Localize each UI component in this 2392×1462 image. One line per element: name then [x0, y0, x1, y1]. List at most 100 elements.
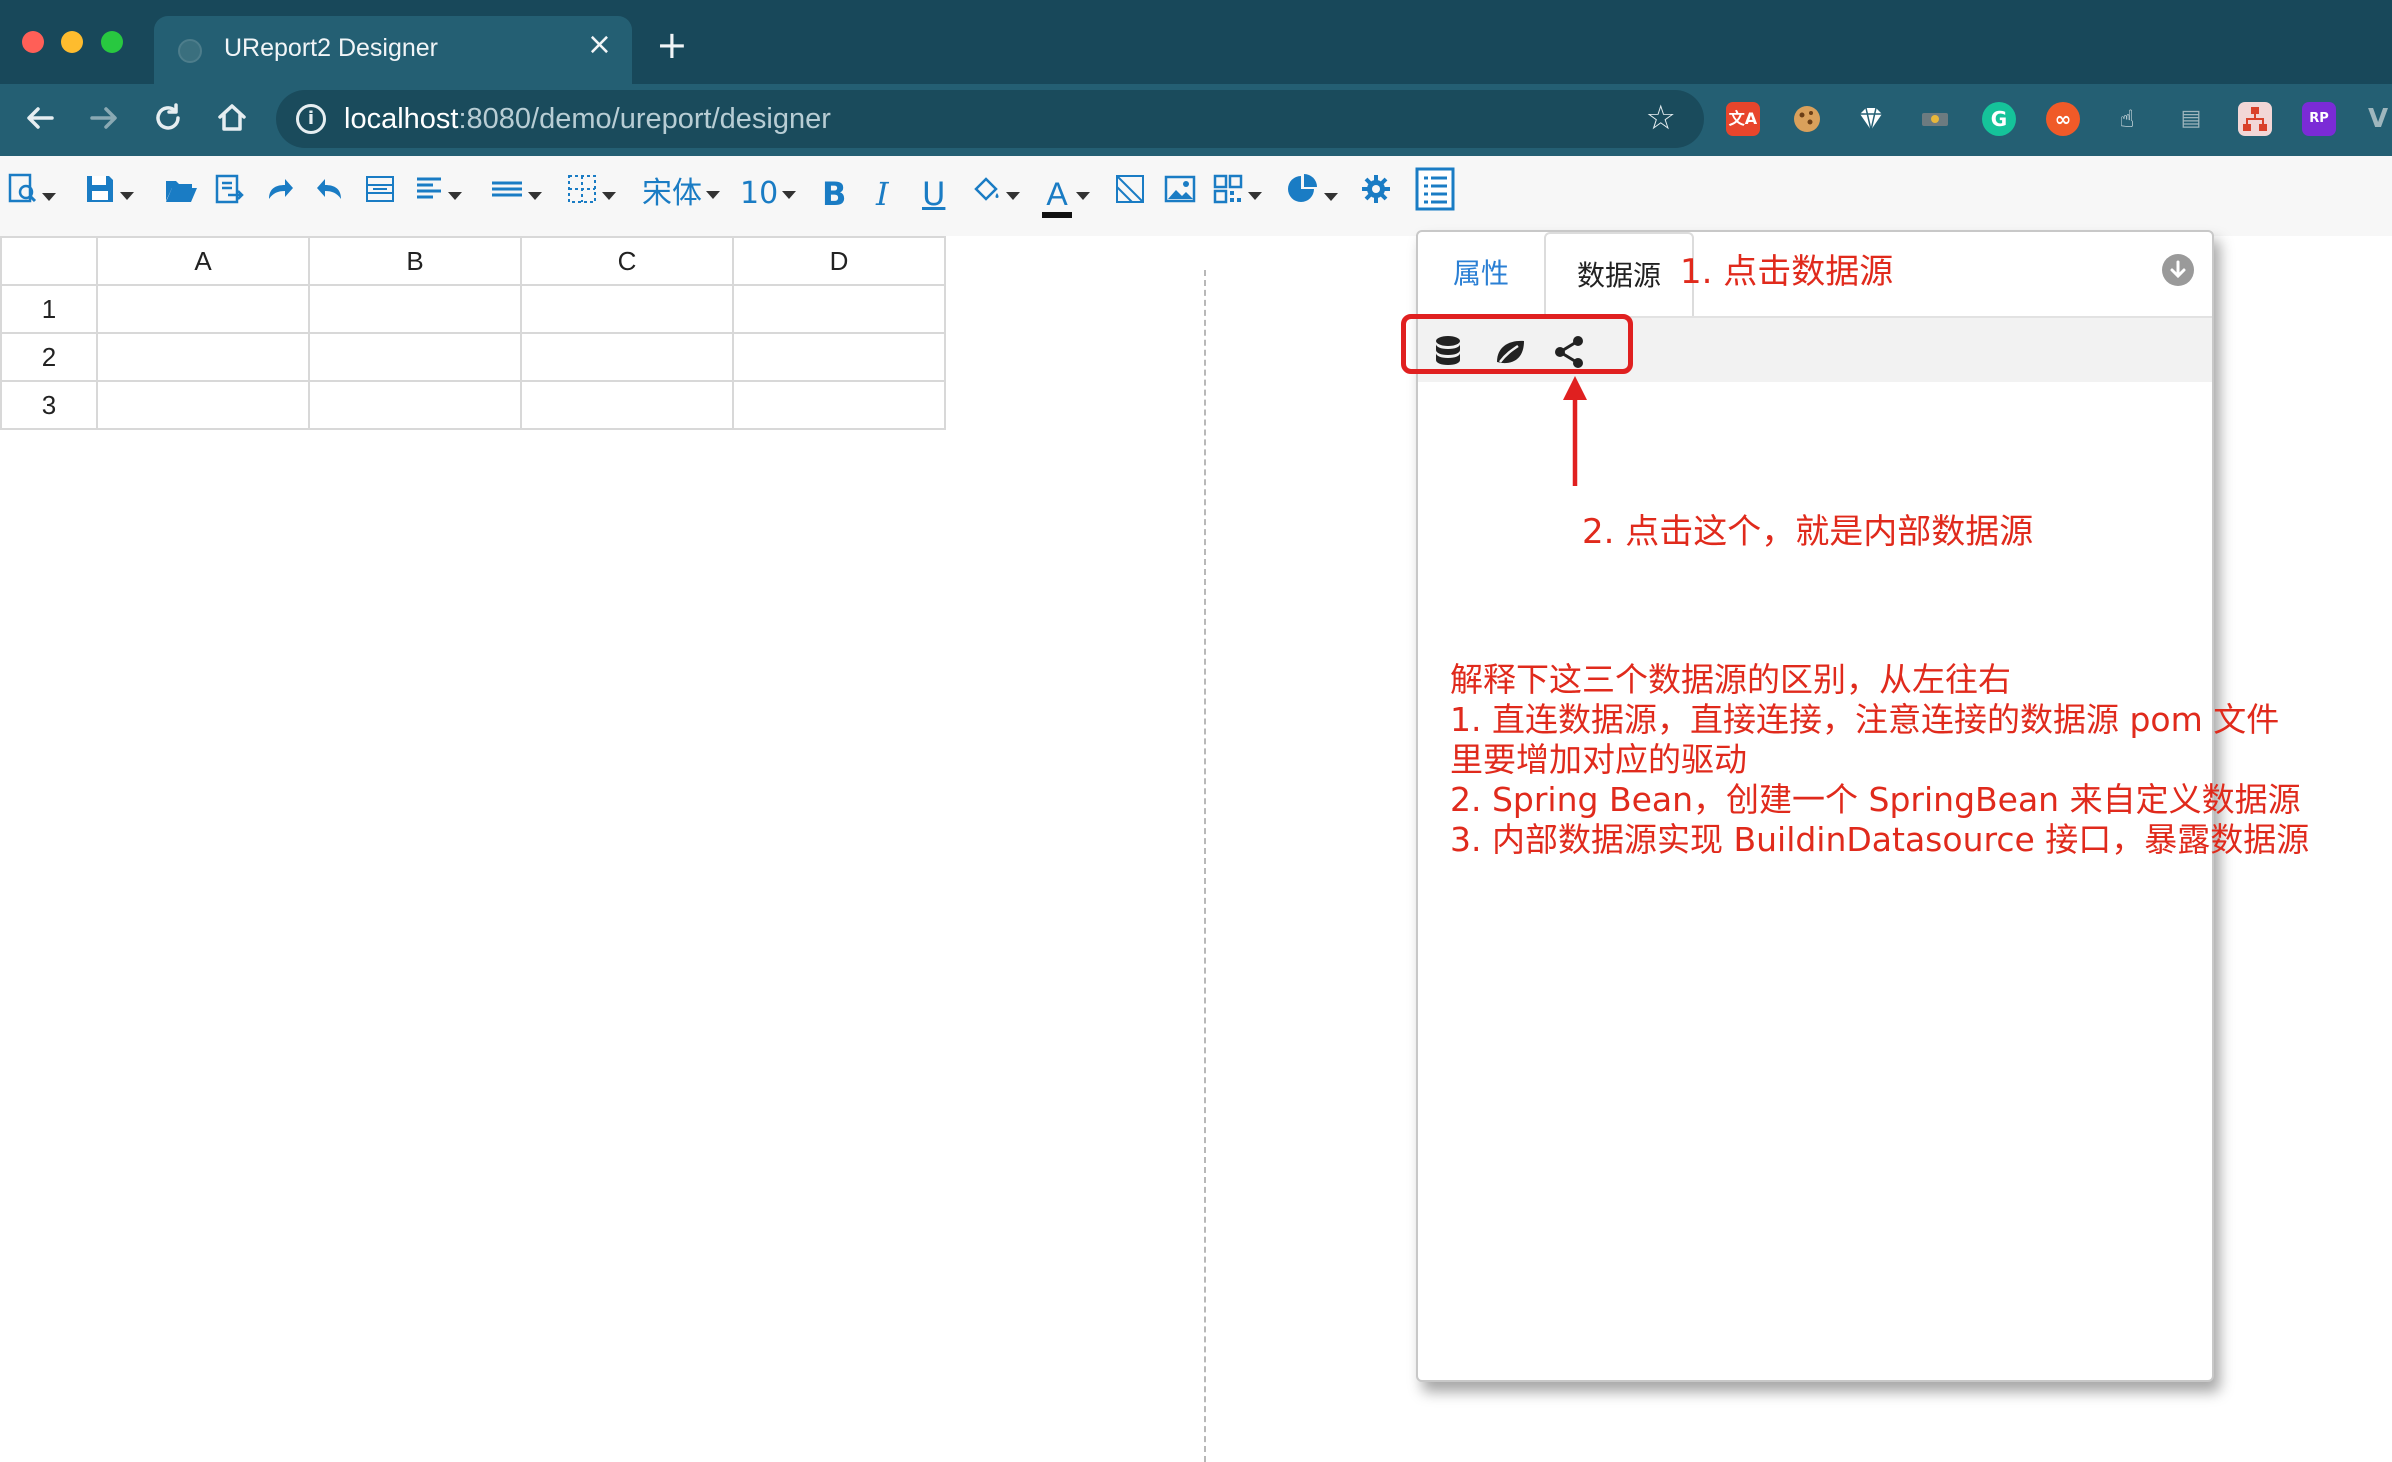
column-header-d[interactable]: D [732, 236, 946, 286]
site-info-icon[interactable]: i [296, 104, 326, 134]
import-button[interactable] [214, 172, 246, 216]
browser-tab-bar: UReport2 Designer × + [0, 0, 2392, 84]
reader-extension-icon[interactable]: ▤ [2174, 102, 2208, 136]
bookmark-star-icon[interactable]: ☆ [1646, 98, 1676, 138]
tab-properties[interactable]: 属性 [1418, 232, 1544, 316]
reload-button[interactable] [148, 100, 188, 140]
open-button[interactable] [164, 172, 198, 216]
font-family-select[interactable]: 宋体 [642, 172, 720, 216]
back-button[interactable] [20, 100, 60, 140]
cell-b1[interactable] [308, 284, 522, 334]
row-header-2[interactable]: 2 [0, 332, 98, 382]
cell-b2[interactable] [308, 332, 522, 382]
tab-close-button[interactable]: × [587, 30, 612, 60]
paint-bucket-icon [974, 177, 999, 201]
font-color-button[interactable]: A [1042, 172, 1090, 218]
toggle-property-panel-button[interactable] [1414, 166, 1456, 211]
settings-button[interactable] [1360, 172, 1392, 216]
chart-button[interactable] [1286, 172, 1338, 216]
new-tab-button[interactable]: + [656, 26, 688, 64]
merge-cells-icon [366, 176, 394, 202]
url-host: localhost [344, 103, 459, 135]
annotation-line: 里要增加对应的驱动 [1450, 740, 1747, 779]
hierarchy-extension-icon[interactable] [2238, 102, 2272, 136]
cell-d2[interactable] [732, 332, 946, 382]
redo-button[interactable] [264, 172, 296, 216]
insert-image-button[interactable] [1164, 172, 1196, 216]
border-icon [568, 175, 596, 203]
forward-button[interactable] [84, 100, 124, 140]
italic-button[interactable]: I [876, 172, 889, 216]
barcode-button[interactable] [1212, 172, 1262, 216]
align-button[interactable] [414, 172, 462, 216]
save-button[interactable] [84, 172, 134, 216]
collapse-panel-icon[interactable] [2162, 254, 2194, 286]
cell-b3[interactable] [308, 380, 522, 430]
border-button[interactable] [566, 172, 616, 216]
cell-a2[interactable] [96, 332, 310, 382]
cell-d1[interactable] [732, 284, 946, 334]
close-window-button[interactable] [22, 31, 44, 53]
report-grid: A B C D 1 2 3 [0, 236, 946, 430]
table-row: 2 [0, 332, 946, 382]
tab-datasource[interactable]: 数据源 [1544, 232, 1694, 318]
cell-d3[interactable] [732, 380, 946, 430]
fill-color-button[interactable] [970, 172, 1020, 216]
home-icon [218, 104, 246, 131]
browser-tab[interactable]: UReport2 Designer × [154, 16, 632, 84]
preview-button[interactable] [8, 172, 56, 216]
underline-button[interactable]: U [922, 172, 945, 216]
row-header-3[interactable]: 3 [0, 380, 98, 430]
cell-c2[interactable] [520, 332, 734, 382]
annotation-arrow [1563, 376, 1587, 486]
slash-cell-button[interactable] [1114, 172, 1146, 216]
align-left-icon [417, 177, 441, 199]
row-header-1[interactable]: 1 [0, 284, 98, 334]
favicon-icon [178, 39, 202, 63]
designer-toolbar: 宋体 10 B I U A [0, 156, 2392, 236]
v-extension-icon[interactable]: V [2364, 102, 2392, 136]
font-size-select[interactable]: 10 [740, 172, 797, 216]
highlight-box [1401, 314, 1633, 374]
undo-button[interactable] [314, 172, 346, 216]
infinity-extension-icon[interactable]: ∞ [2046, 102, 2080, 136]
font-size-value: 10 [740, 176, 779, 211]
redo-icon [269, 179, 293, 199]
screen-recorder-extension-icon[interactable] [1918, 102, 1952, 136]
gear-icon [1362, 175, 1390, 203]
url-text: localhost:8080/demo/ureport/designer [344, 103, 831, 136]
home-button[interactable] [212, 100, 252, 140]
list-panel-icon [1415, 167, 1455, 211]
bold-button[interactable]: B [822, 172, 846, 216]
cell-c3[interactable] [520, 380, 734, 430]
minimize-window-button[interactable] [61, 31, 83, 53]
browser-nav-bar: i localhost:8080/demo/ureport/designer ☆… [0, 84, 2392, 156]
align-middle-icon [492, 181, 522, 197]
translate-extension-icon[interactable]: 文A [1726, 102, 1760, 136]
column-header-b[interactable]: B [308, 236, 522, 286]
cell-a1[interactable] [96, 284, 310, 334]
diamond-extension-icon[interactable] [1854, 102, 1888, 136]
cell-c1[interactable] [520, 284, 734, 334]
reload-icon [156, 103, 180, 130]
merge-cells-button[interactable] [364, 172, 396, 216]
annotation-line: 解释下这三个数据源的区别，从左往右 [1450, 660, 2011, 699]
valign-button[interactable] [490, 172, 542, 216]
pie-chart-icon [1288, 174, 1317, 202]
font-color-icon: A [1042, 176, 1072, 218]
import-icon [215, 174, 244, 204]
address-bar[interactable]: i localhost:8080/demo/ureport/designer ☆ [276, 90, 1704, 148]
image-icon [1164, 175, 1196, 203]
pointer-extension-icon[interactable]: ☝ [2110, 102, 2144, 136]
rp-extension-icon[interactable]: RP [2302, 102, 2336, 136]
column-header-c[interactable]: C [520, 236, 734, 286]
cookie-extension-icon[interactable] [1790, 102, 1824, 136]
arrow-right-icon [90, 107, 117, 129]
folder-open-icon [166, 181, 197, 202]
column-header-a[interactable]: A [96, 236, 310, 286]
corner-cell[interactable] [0, 236, 98, 286]
column-header-row: A B C D [0, 236, 946, 286]
maximize-window-button[interactable] [101, 31, 123, 53]
cell-a3[interactable] [96, 380, 310, 430]
grammarly-extension-icon[interactable]: G [1982, 102, 2016, 136]
